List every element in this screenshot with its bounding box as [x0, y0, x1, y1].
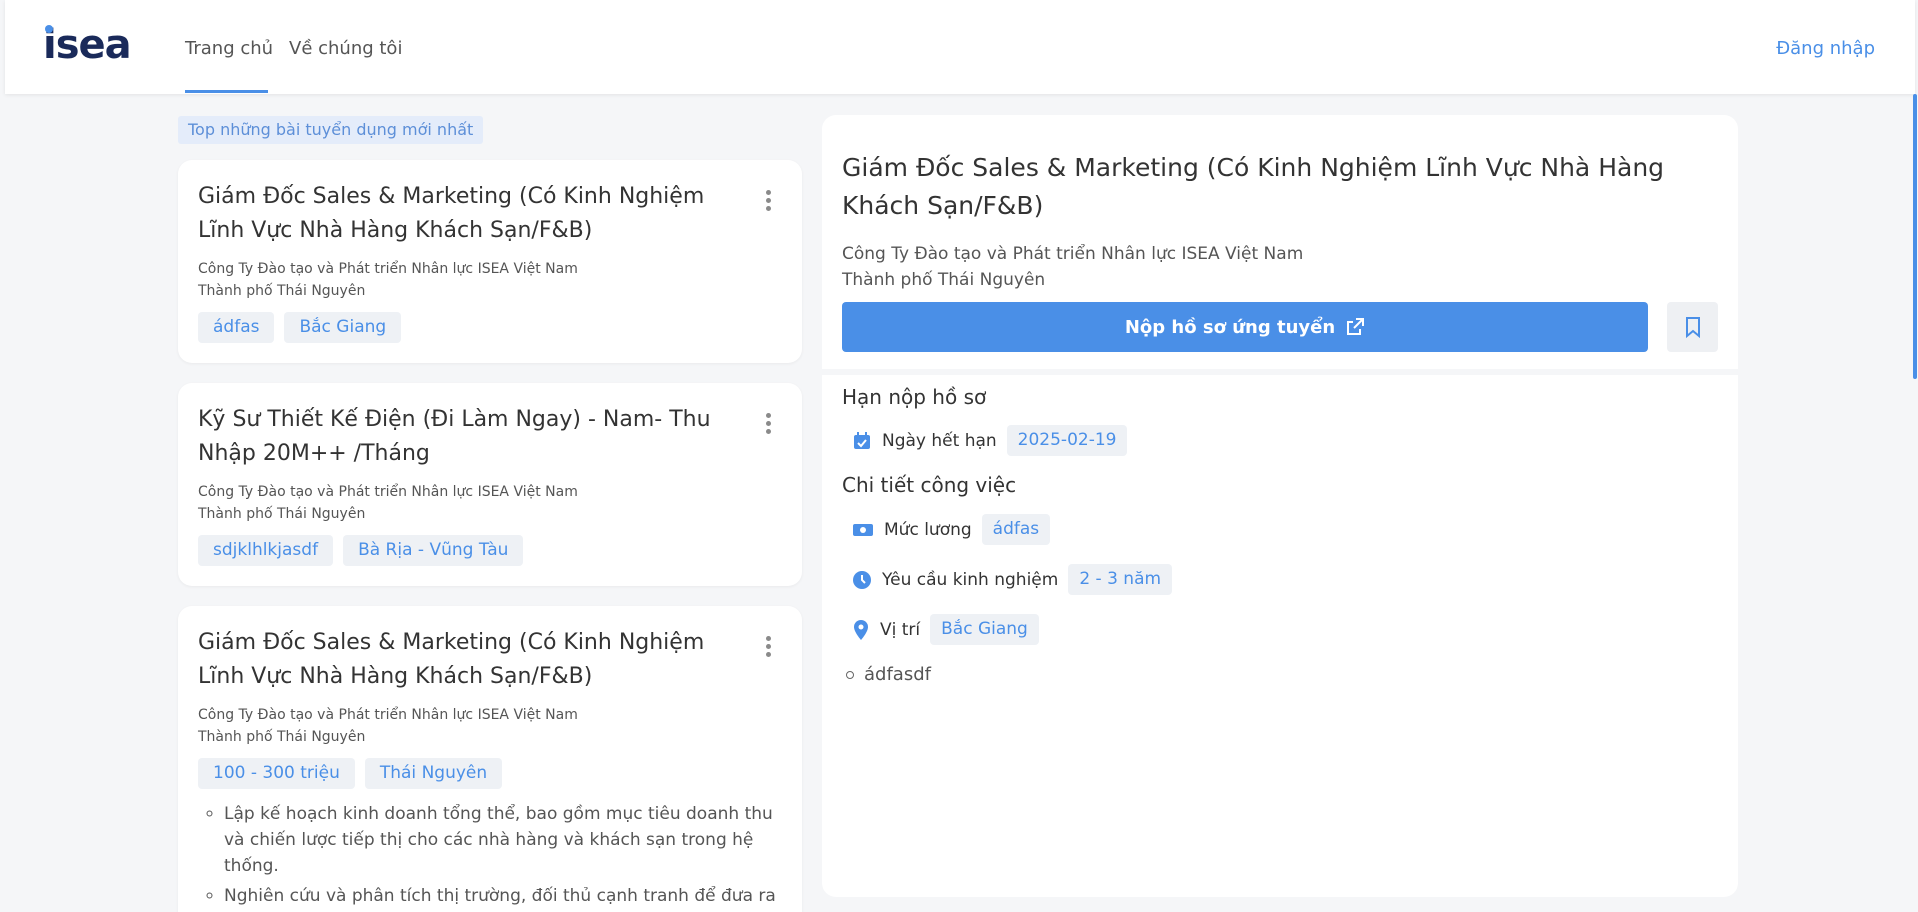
more-options-icon[interactable]	[766, 636, 772, 658]
company-name: Công Ty Đào tạo và Phát triển Nhân lực I…	[198, 707, 578, 723]
nav-about[interactable]: Về chúng tôi	[289, 38, 402, 59]
detail-title: Giám Đốc Sales & Marketing (Có Kinh Nghi…	[842, 153, 1665, 220]
calendar-icon	[854, 431, 870, 449]
list-item: Nghiên cứu và phân tích thị trường, đối …	[224, 883, 782, 912]
deadline-row: Ngày hết hạn 2025-02-19	[852, 425, 1128, 456]
job-detail-heading: Chi tiết công việc	[842, 473, 1017, 497]
detail-city: Thành phố Thái Nguyên	[842, 270, 1046, 290]
experience-label: Yêu cầu kinh nghiệm	[882, 569, 1059, 590]
bookmark-icon	[1685, 317, 1700, 338]
job-title[interactable]: Giám Đốc Sales & Marketing (Có Kinh Nghi…	[198, 180, 718, 248]
nav-active-indicator	[185, 90, 268, 93]
deadline-heading: Hạn nộp hồ sơ	[842, 385, 987, 409]
external-link-icon	[1347, 318, 1365, 335]
deadline-label: Ngày hết hạn	[882, 430, 997, 451]
section-label: Top những bài tuyển dụng mới nhất	[178, 116, 484, 144]
job-card[interactable]: Kỹ Sư Thiết Kế Điện (Đi Làm Ngay) - Nam-…	[178, 383, 802, 586]
job-city: Thành phố Thái Nguyên	[198, 506, 366, 522]
company-name: Công Ty Đào tạo và Phát triển Nhân lực I…	[198, 261, 578, 277]
job-title[interactable]: Giám Đốc Sales & Marketing (Có Kinh Nghi…	[198, 626, 718, 694]
location-label: Vị trí	[880, 619, 921, 640]
job-description-list: Lập kế hoạch kinh doanh tổng thể, bao gồ…	[198, 801, 782, 912]
location-tag: Thái Nguyên	[364, 758, 503, 789]
location-pin-icon	[854, 619, 868, 640]
salary-tag: sdjklhlkjasdf	[198, 535, 334, 566]
company-name: Công Ty Đào tạo và Phát triển Nhân lực I…	[198, 484, 578, 500]
job-city: Thành phố Thái Nguyên	[198, 729, 366, 745]
nav-home[interactable]: Trang chủ	[185, 38, 273, 59]
salary-tag: 100 - 300 triệu	[198, 758, 355, 789]
job-city: Thành phố Thái Nguyên	[198, 283, 366, 299]
isea-logo[interactable]: isea	[43, 22, 163, 66]
salary-row: Mức lương ádfas	[852, 514, 1051, 545]
money-icon	[853, 523, 873, 536]
more-options-icon[interactable]	[766, 413, 772, 435]
svg-text:isea: isea	[43, 22, 131, 66]
divider	[822, 369, 1738, 375]
top-header: isea Trang chủ Về chúng tôi Đăng nhập	[5, 0, 1915, 94]
detail-company: Công Ty Đào tạo và Phát triển Nhân lực I…	[842, 244, 1304, 264]
job-card[interactable]: Giám Đốc Sales & Marketing (Có Kinh Nghi…	[178, 160, 802, 363]
location-row: Vị trí Bắc Giang	[852, 614, 1039, 645]
job-detail-panel: Giám Đốc Sales & Marketing (Có Kinh Nghi…	[822, 115, 1738, 897]
apply-button-label: Nộp hồ sơ ứng tuyển	[1124, 316, 1336, 338]
location-tag: Bắc Giang	[284, 312, 402, 343]
experience-value: 2 - 3 năm	[1068, 564, 1173, 595]
scrollbar[interactable]	[1912, 94, 1918, 912]
salary-value: ádfas	[981, 514, 1051, 545]
salary-tag: ádfas	[198, 312, 275, 343]
bookmark-button[interactable]	[1667, 302, 1718, 352]
more-options-icon[interactable]	[766, 190, 772, 212]
clock-icon	[853, 570, 871, 589]
list-item: ádfasdf	[846, 664, 931, 685]
job-card[interactable]: Giám Đốc Sales & Marketing (Có Kinh Nghi…	[178, 606, 802, 912]
list-item: Lập kế hoạch kinh doanh tổng thể, bao gồ…	[224, 801, 782, 879]
salary-label: Mức lương	[884, 519, 972, 540]
experience-row: Yêu cầu kinh nghiệm 2 - 3 năm	[852, 564, 1173, 595]
login-link[interactable]: Đăng nhập	[1776, 38, 1875, 59]
apply-button[interactable]: Nộp hồ sơ ứng tuyển	[842, 302, 1648, 352]
scrollbar-thumb[interactable]	[1913, 94, 1917, 379]
bullet-icon	[846, 670, 854, 679]
location-tag: Bà Rịa - Vũng Tàu	[343, 535, 524, 566]
job-title[interactable]: Kỹ Sư Thiết Kế Điện (Đi Làm Ngay) - Nam-…	[198, 403, 718, 471]
location-value: Bắc Giang	[930, 614, 1039, 645]
deadline-value: 2025-02-19	[1006, 425, 1128, 456]
detail-bullet-text: ádfasdf	[864, 664, 931, 685]
